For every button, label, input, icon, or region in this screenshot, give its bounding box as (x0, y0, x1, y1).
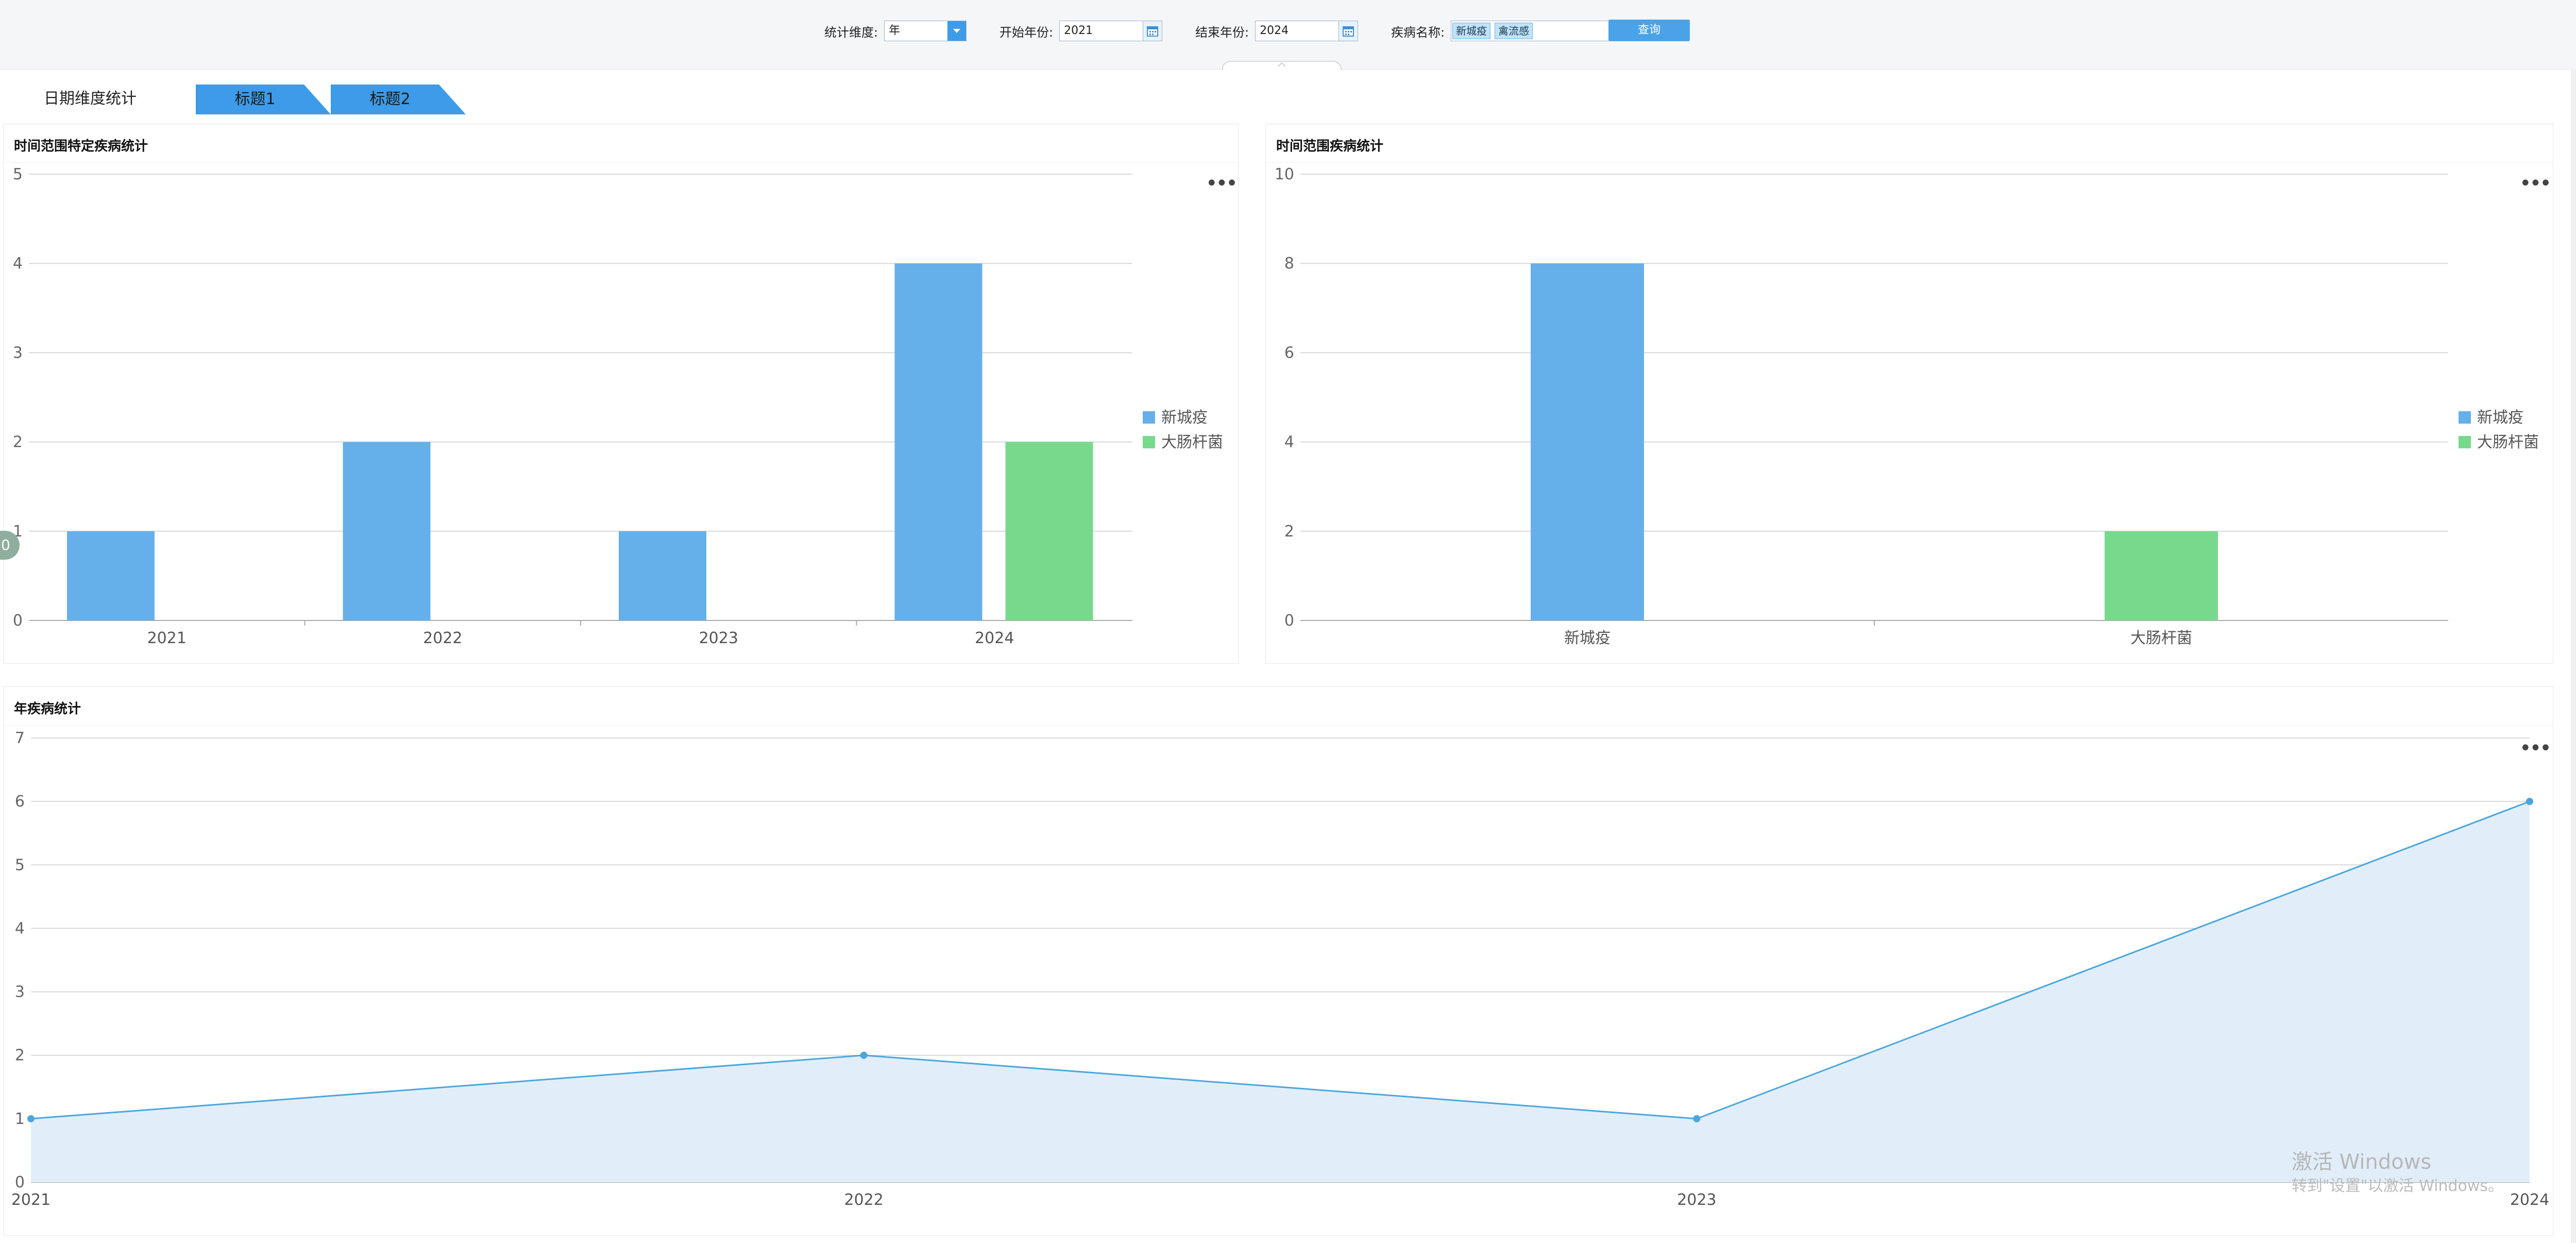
disease-tag[interactable]: 新城疫 (1452, 23, 1491, 39)
x-tick-label: 2024 (2510, 1191, 2549, 1209)
end-year-group: 结束年份: 2024 (1195, 20, 1359, 42)
y-tick-label: 8 (1284, 255, 1294, 273)
panel-title: 年疾病统计 (14, 701, 81, 717)
x-tick-label: 2021 (147, 629, 187, 647)
chevron-up-icon (1278, 62, 1286, 67)
legend-label: 新城疫 (2477, 409, 2523, 427)
legend-label: 大肠杆菌 (1161, 433, 1223, 451)
legend-swatch (1143, 411, 1155, 424)
chart-disease-range: 0246810新城疫 大肠杆菌新城疫大肠杆菌 (1275, 165, 2539, 647)
dimension-label: 统计维度: (824, 25, 878, 40)
y-tick-label: 2 (13, 433, 23, 451)
bar (343, 442, 431, 620)
y-tick-label: 0 (1284, 612, 1294, 630)
panel-title: 时间范围特定疾病统计 (14, 139, 148, 154)
start-year-value: 2021 (1064, 24, 1093, 37)
y-tick-label: 4 (13, 255, 23, 273)
y-tick-label: 10 (1275, 165, 1294, 183)
panel-title: 时间范围疾病统计 (1276, 139, 1384, 154)
disease-tag[interactable]: 禽流感 (1495, 23, 1533, 39)
legend-swatch (2459, 436, 2471, 448)
legend-swatch (1143, 436, 1155, 448)
y-tick-label: 4 (15, 919, 25, 937)
dimension-group: 统计维度: 年 (824, 20, 967, 42)
filter-bar: 统计维度: 年 开始年份: 2021 结束年份: 2024 疾病名称: 新城疫 … (0, 0, 2576, 70)
tab-title-1-label: 标题1 (234, 90, 276, 108)
collapse-handle[interactable] (1222, 61, 1342, 70)
bar (1531, 263, 1644, 620)
x-tick-label: 新城疫 (1564, 629, 1611, 647)
data-point (1693, 1115, 1701, 1122)
x-tick-label: 2021 (11, 1191, 50, 1209)
legend-label: 新城疫 (1161, 409, 1208, 427)
start-year-group: 开始年份: 2021 (999, 20, 1163, 42)
y-tick-label: 2 (15, 1047, 25, 1065)
vertical-scrollbar[interactable] (2571, 69, 2576, 1243)
more-icon[interactable]: ••• (2519, 173, 2552, 194)
end-year-value: 2024 (1260, 24, 1289, 37)
chart-yearly-disease: 0 1 2 3 4 5 6 7 2021 2022 2023 2024 (11, 729, 2549, 1209)
legend-label: 大肠杆菌 (2477, 433, 2539, 451)
y-tick-label: 1 (15, 1110, 25, 1128)
end-year-input[interactable]: 2024 (1255, 21, 1359, 41)
x-tick-label: 2024 (975, 629, 1014, 647)
dimension-select[interactable]: 年 (884, 21, 967, 41)
bar (2105, 531, 2218, 620)
x-tick-label: 2022 (844, 1191, 883, 1209)
bar (619, 531, 706, 620)
calendar-icon[interactable] (1338, 21, 1358, 41)
more-icon[interactable]: ••• (2519, 738, 2552, 759)
x-tick-label: 2022 (423, 629, 462, 647)
tab-date-dimension[interactable]: 日期维度统计 (5, 85, 175, 113)
tab-title-2-label: 标题2 (369, 90, 411, 108)
y-tick-label: 5 (15, 856, 25, 874)
tab-title-2[interactable]: 标题2 (331, 85, 466, 114)
windows-watermark-sub: 转到"设置"以激活 Windows。 (2292, 1177, 2504, 1195)
end-year-label: 结束年份: (1195, 25, 1249, 40)
y-tick-label: 3 (15, 983, 25, 1001)
tab-title-1[interactable]: 标题1 (196, 85, 331, 114)
chevron-down-icon[interactable] (947, 21, 967, 41)
data-point (2526, 798, 2533, 805)
data-point (860, 1051, 868, 1059)
start-year-input[interactable]: 2021 (1059, 21, 1163, 41)
bar (894, 263, 982, 620)
y-tick-label: 7 (15, 729, 25, 747)
y-tick-label: 2 (1284, 523, 1294, 541)
y-tick-label: 6 (1284, 344, 1294, 362)
dimension-value: 年 (889, 24, 901, 37)
y-tick-label: 0 (15, 1173, 25, 1191)
tab-bar: 日期维度统计 标题1 标题2 (0, 79, 2571, 119)
bar (67, 531, 155, 620)
bar (1005, 442, 1093, 620)
y-tick-label: 0 (13, 612, 23, 630)
start-year-label: 开始年份: (999, 25, 1054, 40)
x-tick-label: 2023 (699, 629, 738, 647)
legend-swatch (2459, 411, 2471, 424)
calendar-icon[interactable] (1143, 21, 1162, 41)
data-point (27, 1115, 35, 1122)
more-icon[interactable]: ••• (1206, 173, 1238, 194)
windows-watermark: 激活 Windows (2292, 1150, 2432, 1174)
disease-label: 疾病名称: (1391, 25, 1445, 40)
x-tick-label: 2023 (1677, 1191, 1716, 1209)
y-tick-label: 3 (13, 344, 23, 362)
y-tick-label: 5 (13, 165, 23, 183)
y-tick-label: 6 (15, 793, 25, 811)
chart-specific-disease: 0123452021 2022 2023 2024新城疫大肠杆菌 (13, 165, 1223, 647)
query-button[interactable]: 查询 (1608, 20, 1690, 41)
y-tick-label: 4 (1284, 433, 1294, 451)
x-tick-label: 大肠杆菌 (2130, 629, 2192, 647)
